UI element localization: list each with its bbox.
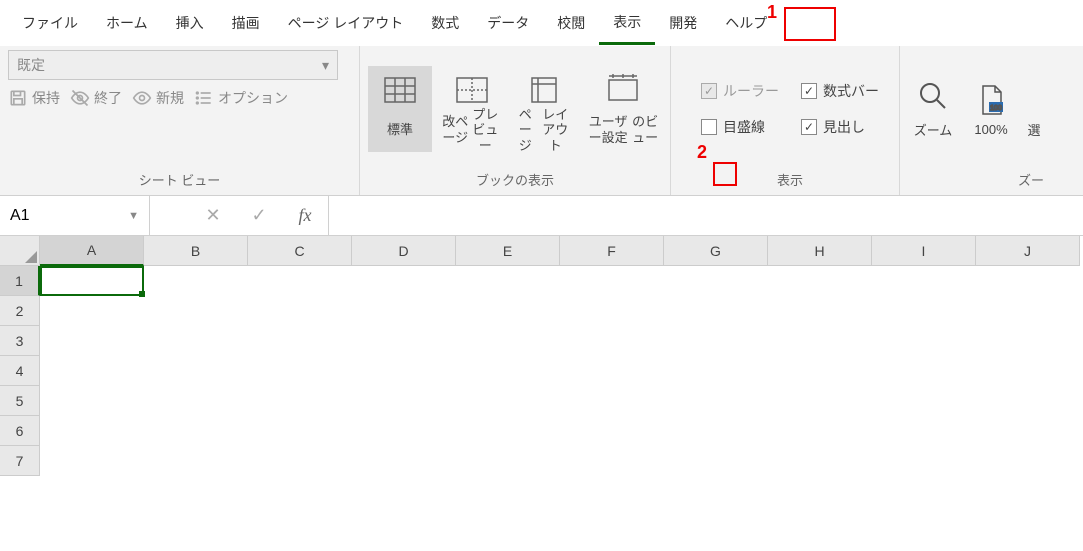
tab-developer[interactable]: 開発 bbox=[655, 3, 711, 43]
checkbox-headings[interactable]: ✓ 見出し bbox=[801, 117, 879, 137]
save-icon bbox=[8, 88, 28, 108]
checkbox-headings-box: ✓ bbox=[801, 119, 817, 135]
sheetview-dropdown[interactable]: 既定 ▾ bbox=[8, 50, 338, 80]
col-header-G[interactable]: G bbox=[664, 236, 768, 266]
spreadsheet-grid: A B C D E F G H I J 1 2 3 4 5 6 7 bbox=[0, 236, 1083, 476]
row-header-2[interactable]: 2 bbox=[0, 296, 40, 326]
formula-bar-buttons: ✕ ✓ fx bbox=[190, 196, 329, 235]
checkbox-ruler: ✓ ルーラー bbox=[701, 81, 779, 101]
annotation-1-box bbox=[784, 7, 836, 41]
col-header-J[interactable]: J bbox=[976, 236, 1080, 266]
group-sheetview: 既定 ▾ 保持 終了 新規 オプション bbox=[0, 46, 360, 195]
col-header-I[interactable]: I bbox=[872, 236, 976, 266]
customview-icon bbox=[603, 70, 643, 110]
tab-file[interactable]: ファイル bbox=[8, 3, 92, 43]
pagebreak-icon bbox=[452, 70, 492, 110]
row-header-5[interactable]: 5 bbox=[0, 386, 40, 416]
group-sheetview-label: シート ビュー bbox=[8, 168, 351, 193]
checkbox-ruler-box: ✓ bbox=[701, 83, 717, 99]
sheetview-keep-button[interactable]: 保持 bbox=[8, 88, 60, 108]
eye-slash-icon bbox=[70, 88, 90, 108]
enter-button: ✓ bbox=[236, 196, 282, 235]
formula-bar-row: ▼ ✕ ✓ fx bbox=[0, 196, 1083, 236]
row-header-1[interactable]: 1 bbox=[0, 266, 40, 296]
annotation-2-box bbox=[713, 162, 737, 186]
tab-insert[interactable]: 挿入 bbox=[162, 3, 218, 43]
tab-pagelayout[interactable]: ページ レイアウト bbox=[274, 3, 418, 43]
annotation-2: 2 bbox=[697, 142, 707, 163]
row-header-4[interactable]: 4 bbox=[0, 356, 40, 386]
view-custom-button[interactable]: ユーザー設定のビュー bbox=[584, 66, 662, 152]
zoom-button[interactable]: ズーム bbox=[908, 80, 958, 139]
tab-formulas[interactable]: 数式 bbox=[417, 3, 473, 43]
view-pagelayout-button[interactable]: ページレイアウト bbox=[512, 66, 576, 152]
zoom-100-button[interactable]: 100 100% bbox=[966, 82, 1016, 137]
row-header-7[interactable]: 7 bbox=[0, 446, 40, 476]
tab-view[interactable]: 表示 bbox=[599, 2, 655, 45]
group-workbookviews-label: ブックの表示 bbox=[368, 168, 662, 193]
sheetview-exit-button[interactable]: 終了 bbox=[70, 88, 122, 108]
col-header-C[interactable]: C bbox=[248, 236, 352, 266]
checkbox-formulabar[interactable]: ✓ 数式バー bbox=[801, 81, 879, 101]
annotation-1: 1 bbox=[767, 2, 777, 23]
checkbox-gridlines-box bbox=[701, 119, 717, 135]
group-zoom: ズーム 100 100% 選 ズー bbox=[900, 46, 1052, 195]
tab-draw[interactable]: 描画 bbox=[218, 3, 274, 43]
col-header-D[interactable]: D bbox=[352, 236, 456, 266]
group-workbookviews: 標準 改ページプレビュー ページレイアウト ユーザー設定のビュー ブックの表示 bbox=[360, 46, 671, 195]
select-all-button[interactable] bbox=[0, 236, 40, 266]
col-header-B[interactable]: B bbox=[144, 236, 248, 266]
group-zoom-label: ズー bbox=[908, 168, 1044, 193]
zoom-selection-button[interactable]: 選 bbox=[1024, 80, 1044, 139]
view-normal-button[interactable]: 標準 bbox=[368, 66, 432, 152]
ribbon: 既定 ▾ 保持 終了 新規 オプション bbox=[0, 46, 1083, 196]
view-pagebreak-button[interactable]: 改ページプレビュー bbox=[440, 66, 504, 152]
name-box[interactable]: ▼ bbox=[0, 196, 150, 235]
checkbox-gridlines[interactable]: 目盛線 bbox=[701, 117, 779, 137]
col-header-E[interactable]: E bbox=[456, 236, 560, 266]
checkbox-formulabar-box: ✓ bbox=[801, 83, 817, 99]
col-header-A[interactable]: A bbox=[40, 236, 144, 266]
cancel-button: ✕ bbox=[190, 196, 236, 235]
cell-area[interactable] bbox=[40, 266, 1083, 476]
ribbon-tabs: ファイル ホーム 挿入 描画 ページ レイアウト 数式 データ 校閲 表示 開発… bbox=[0, 0, 1083, 46]
svg-text:100: 100 bbox=[990, 105, 1002, 112]
eye-plus-icon bbox=[132, 88, 152, 108]
chevron-down-icon: ▾ bbox=[322, 57, 329, 74]
col-header-H[interactable]: H bbox=[768, 236, 872, 266]
sheetview-dropdown-value: 既定 bbox=[17, 55, 45, 75]
list-icon bbox=[194, 88, 214, 108]
pagelayout-icon bbox=[524, 70, 564, 110]
column-headers: A B C D E F G H I J bbox=[40, 236, 1080, 266]
sheetview-options-button[interactable]: オプション bbox=[194, 88, 288, 108]
tab-data[interactable]: データ bbox=[473, 3, 543, 43]
page-100-icon: 100 bbox=[975, 82, 1007, 118]
tab-review[interactable]: 校閲 bbox=[543, 3, 599, 43]
col-header-F[interactable]: F bbox=[560, 236, 664, 266]
row-header-3[interactable]: 3 bbox=[0, 326, 40, 356]
grid-icon bbox=[380, 70, 420, 110]
name-box-input[interactable] bbox=[10, 207, 110, 225]
active-cell-A1[interactable] bbox=[40, 266, 144, 296]
row-headers: 1 2 3 4 5 6 7 bbox=[0, 266, 40, 476]
magnifier-icon bbox=[917, 80, 949, 116]
sheetview-new-button[interactable]: 新規 bbox=[132, 88, 184, 108]
insert-function-button[interactable]: fx bbox=[282, 196, 328, 235]
chevron-down-icon[interactable]: ▼ bbox=[128, 210, 139, 222]
group-show: ✓ ルーラー 目盛線 ✓ 数式バー ✓ 見出し 表示 bbox=[671, 46, 900, 195]
row-header-6[interactable]: 6 bbox=[0, 416, 40, 446]
tab-home[interactable]: ホーム bbox=[92, 3, 162, 43]
formula-input[interactable] bbox=[329, 196, 1083, 235]
